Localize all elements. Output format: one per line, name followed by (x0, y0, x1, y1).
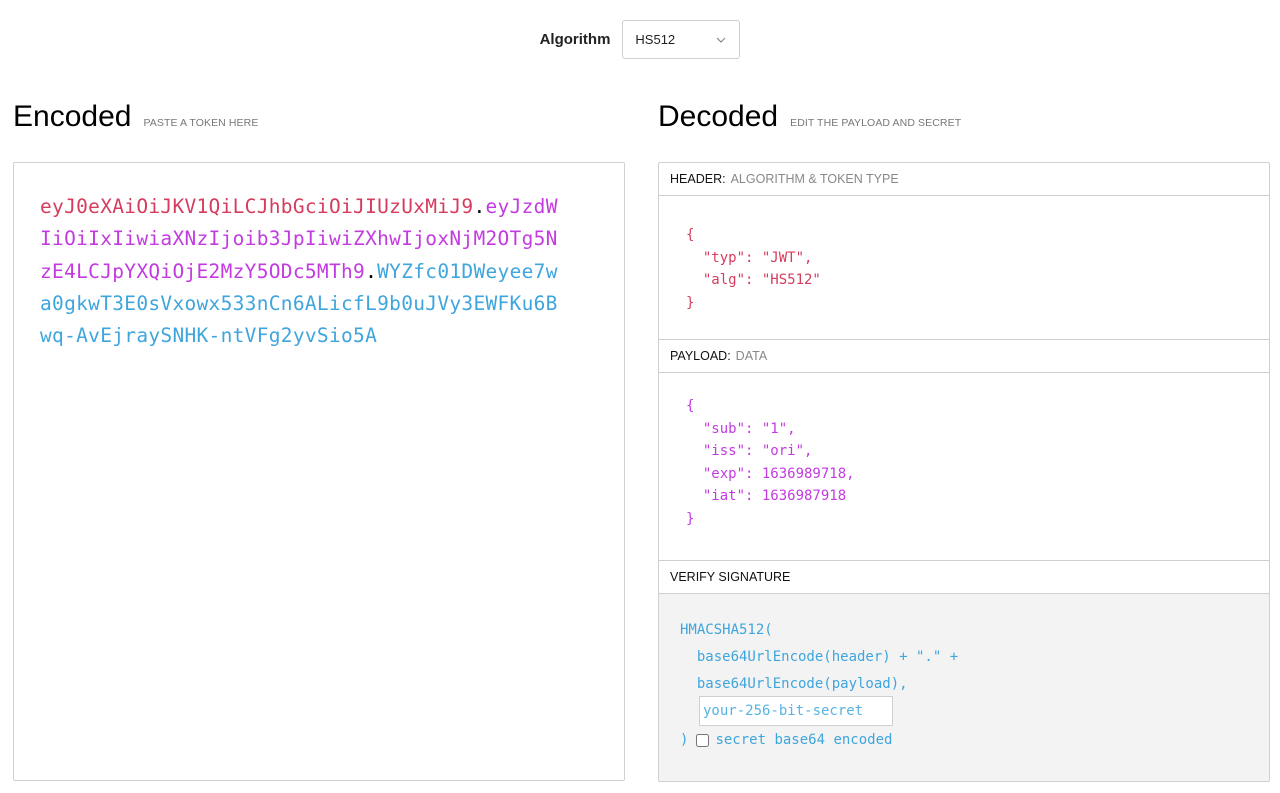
header-section-label: HEADER: (670, 172, 726, 186)
payload-section-label: PAYLOAD: (670, 349, 731, 363)
base64-checkbox[interactable] (696, 733, 710, 747)
encoded-title: Encoded (13, 100, 132, 133)
chevron-down-icon (716, 37, 726, 43)
encoded-heading: Encoded PASTE A TOKEN HERE (13, 100, 258, 134)
encoded-token-editor[interactable]: eyJ0eXAiOiJKV1QiLCJhbGciOiJIUzUxMiJ9.eyJ… (13, 162, 625, 781)
payload-json-editor[interactable]: { "sub": "1", "iss": "ori", "exp": 16369… (686, 395, 855, 531)
token-header-part: eyJ0eXAiOiJKV1QiLCJhbGciOiJIUzUxMiJ9 (40, 195, 474, 218)
token-dot: . (365, 259, 378, 283)
decoded-title: Decoded (658, 100, 779, 133)
decoded-heading: Decoded EDIT THE PAYLOAD AND SECRET (658, 100, 961, 134)
hmac-code: HMACSHA512( base64UrlEncode(header) + ".… (680, 622, 959, 692)
token-text: eyJ0eXAiOiJKV1QiLCJhbGciOiJIUzUxMiJ9.eyJ… (40, 191, 560, 352)
header-json-editor[interactable]: { "typ": "JWT", "alg": "HS512" } (686, 224, 821, 314)
algorithm-selected-value: HS512 (635, 32, 676, 47)
encoded-subtitle: PASTE A TOKEN HERE (143, 117, 259, 129)
signature-section-label: VERIFY SIGNATURE (670, 570, 791, 584)
token-dot: . (473, 195, 486, 218)
signature-area: HMACSHA512( base64UrlEncode(header) + ".… (659, 594, 1269, 781)
payload-section-title: PAYLOAD: DATA (659, 340, 1269, 373)
header-section-note: ALGORITHM & TOKEN TYPE (730, 172, 899, 186)
secret-input[interactable] (699, 696, 893, 726)
base64-checkbox-label[interactable]: secret base64 encoded (715, 732, 892, 748)
algorithm-label: Algorithm (539, 31, 611, 48)
signature-section-title: VERIFY SIGNATURE (659, 561, 1269, 594)
base64-row: ) secret base64 encoded (680, 732, 892, 748)
header-section-title: HEADER: ALGORITHM & TOKEN TYPE (659, 163, 1269, 196)
decoded-subtitle: EDIT THE PAYLOAD AND SECRET (790, 117, 962, 129)
algorithm-row: Algorithm HS512 (0, 19, 1280, 60)
closing-paren: ) (680, 732, 689, 748)
algorithm-select[interactable]: HS512 (622, 20, 741, 59)
payload-section-note: DATA (735, 349, 768, 363)
decoded-panel: HEADER: ALGORITHM & TOKEN TYPE { "typ": … (658, 162, 1270, 782)
